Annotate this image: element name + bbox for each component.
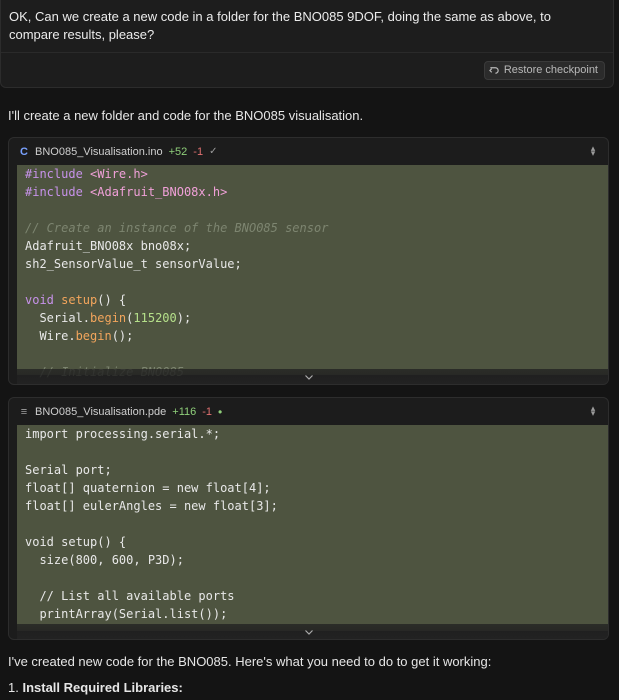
text-file-icon: ≡ <box>20 405 28 418</box>
expand-collapse-icon[interactable]: ▴ ▾ <box>588 144 598 158</box>
code-line: import processing.serial.*; <box>25 425 608 443</box>
expand-collapse-icon[interactable]: ▴ ▾ <box>588 404 598 418</box>
code-token: Wire. <box>25 329 76 343</box>
step-title: Install Required Libraries: <box>22 680 183 695</box>
code-line: // List all available ports <box>25 587 608 605</box>
code-token: size(800, 600, P3D); <box>25 553 184 567</box>
code-line: void setup() { <box>25 291 608 309</box>
user-message-text: OK, Can we create a new code in a folder… <box>9 9 551 42</box>
lines-added: +116 <box>172 405 197 418</box>
code-block-header[interactable]: ≡ BNO085_Visualisation.pde +116 -1 • <box>9 398 608 425</box>
code-token: // Create an instance of the BNO085 sens… <box>25 221 329 235</box>
code-line: #include <Adafruit_BNO08x.h> <box>25 183 608 201</box>
restore-checkpoint-label: Restore checkpoint <box>503 64 598 76</box>
user-message-divider <box>1 52 613 53</box>
code-line: float[] eulerAngles = new float[3]; <box>25 497 608 515</box>
code-line: Serial port; <box>25 461 608 479</box>
code-line: ​ <box>25 515 608 533</box>
code-token: () { <box>97 293 127 307</box>
code-line: ​ <box>25 443 608 461</box>
code-block-header[interactable]: C BNO085_Visualisation.ino +52 -1 ✓ <box>9 138 608 165</box>
code-line: ​ <box>25 345 608 363</box>
assistant-intro-text: I'll create a new folder and code for th… <box>8 108 364 123</box>
assistant-outro-text: I've created new code for the BNO085. He… <box>8 654 492 669</box>
code-line: float[] quaternion = new float[4]; <box>25 479 608 497</box>
code-token: setup <box>61 293 98 307</box>
chevron-down-icon[interactable] <box>304 372 314 382</box>
file-name: BNO085_Visualisation.pde <box>35 405 167 418</box>
check-icon: ✓ <box>209 146 218 157</box>
code-token: sh2_SensorValue_t sensorValue; <box>25 257 242 271</box>
file-name: BNO085_Visualisation.ino <box>35 145 163 158</box>
code-token: Adafruit_BNO08x bno08x; <box>25 239 192 253</box>
step-number: 1. <box>8 680 19 695</box>
code-area: #include <Wire.h> #include <Adafruit_BNO0… <box>17 165 608 379</box>
code-line: #include <Wire.h> <box>25 165 608 183</box>
code-line: size(800, 600, P3D); <box>25 551 608 569</box>
code-token: void <box>25 293 62 307</box>
code-line: ​ <box>25 273 608 291</box>
code-line: ​ <box>25 569 608 587</box>
code-token: // List all available ports <box>25 589 235 603</box>
code-token: ); <box>176 311 192 325</box>
code-token: Serial. <box>25 311 91 325</box>
code-token: float[] eulerAngles = new float[3]; <box>25 499 278 513</box>
code-token: 115200 <box>133 311 177 325</box>
chevron-down-icon[interactable] <box>304 627 314 637</box>
code-line: ​ <box>25 201 608 219</box>
code-token: begin <box>75 329 112 343</box>
code-content: #include <Wire.h> #include <Adafruit_BNO0… <box>17 165 608 381</box>
code-line: Wire.begin(); <box>25 327 608 345</box>
code-token: #include <box>25 185 91 199</box>
code-token: begin <box>90 311 127 325</box>
pending-dot-icon: • <box>218 404 223 419</box>
code-line: // Create an instance of the BNO085 sens… <box>25 219 608 237</box>
code-block-ino: C BNO085_Visualisation.ino +52 -1 ✓ ▴ ▾ #… <box>8 137 609 385</box>
code-line: void setup() { <box>25 533 608 551</box>
c-file-icon: C <box>20 145 28 158</box>
code-token: printArray(Serial.list()); <box>25 607 228 621</box>
code-token: float[] quaternion = new float[4]; <box>25 481 271 495</box>
restore-icon <box>488 67 499 74</box>
code-area: import processing.serial.*; ​ Serial port;… <box>17 425 608 631</box>
lines-added: +52 <box>168 145 188 158</box>
lines-removed: -1 <box>202 405 213 418</box>
code-token: <Adafruit_BNO08x.h> <box>90 185 228 199</box>
lines-removed: -1 <box>193 145 204 158</box>
code-content: import processing.serial.*; ​ Serial port;… <box>17 425 608 639</box>
code-line: sh2_SensorValue_t sensorValue; <box>25 255 608 273</box>
code-token: <Wire.h> <box>90 167 148 181</box>
code-token: Serial port; <box>25 463 112 477</box>
step-heading: 1. Install Required Libraries: <box>8 680 183 695</box>
code-token: void setup() { <box>25 535 127 549</box>
code-line: Serial.begin(115200); <box>25 309 608 327</box>
user-message: OK, Can we create a new code in a folder… <box>0 0 614 88</box>
code-token: import processing.serial.*; <box>25 427 221 441</box>
code-token: (); <box>111 329 134 343</box>
restore-checkpoint-button[interactable]: Restore checkpoint <box>483 61 605 80</box>
code-line: Adafruit_BNO08x bno08x; <box>25 237 608 255</box>
code-line: printArray(Serial.list()); <box>25 605 608 623</box>
code-block-pde: ≡ BNO085_Visualisation.pde +116 -1 • ▴ ▾ … <box>8 397 609 640</box>
code-token: #include <box>25 167 91 181</box>
